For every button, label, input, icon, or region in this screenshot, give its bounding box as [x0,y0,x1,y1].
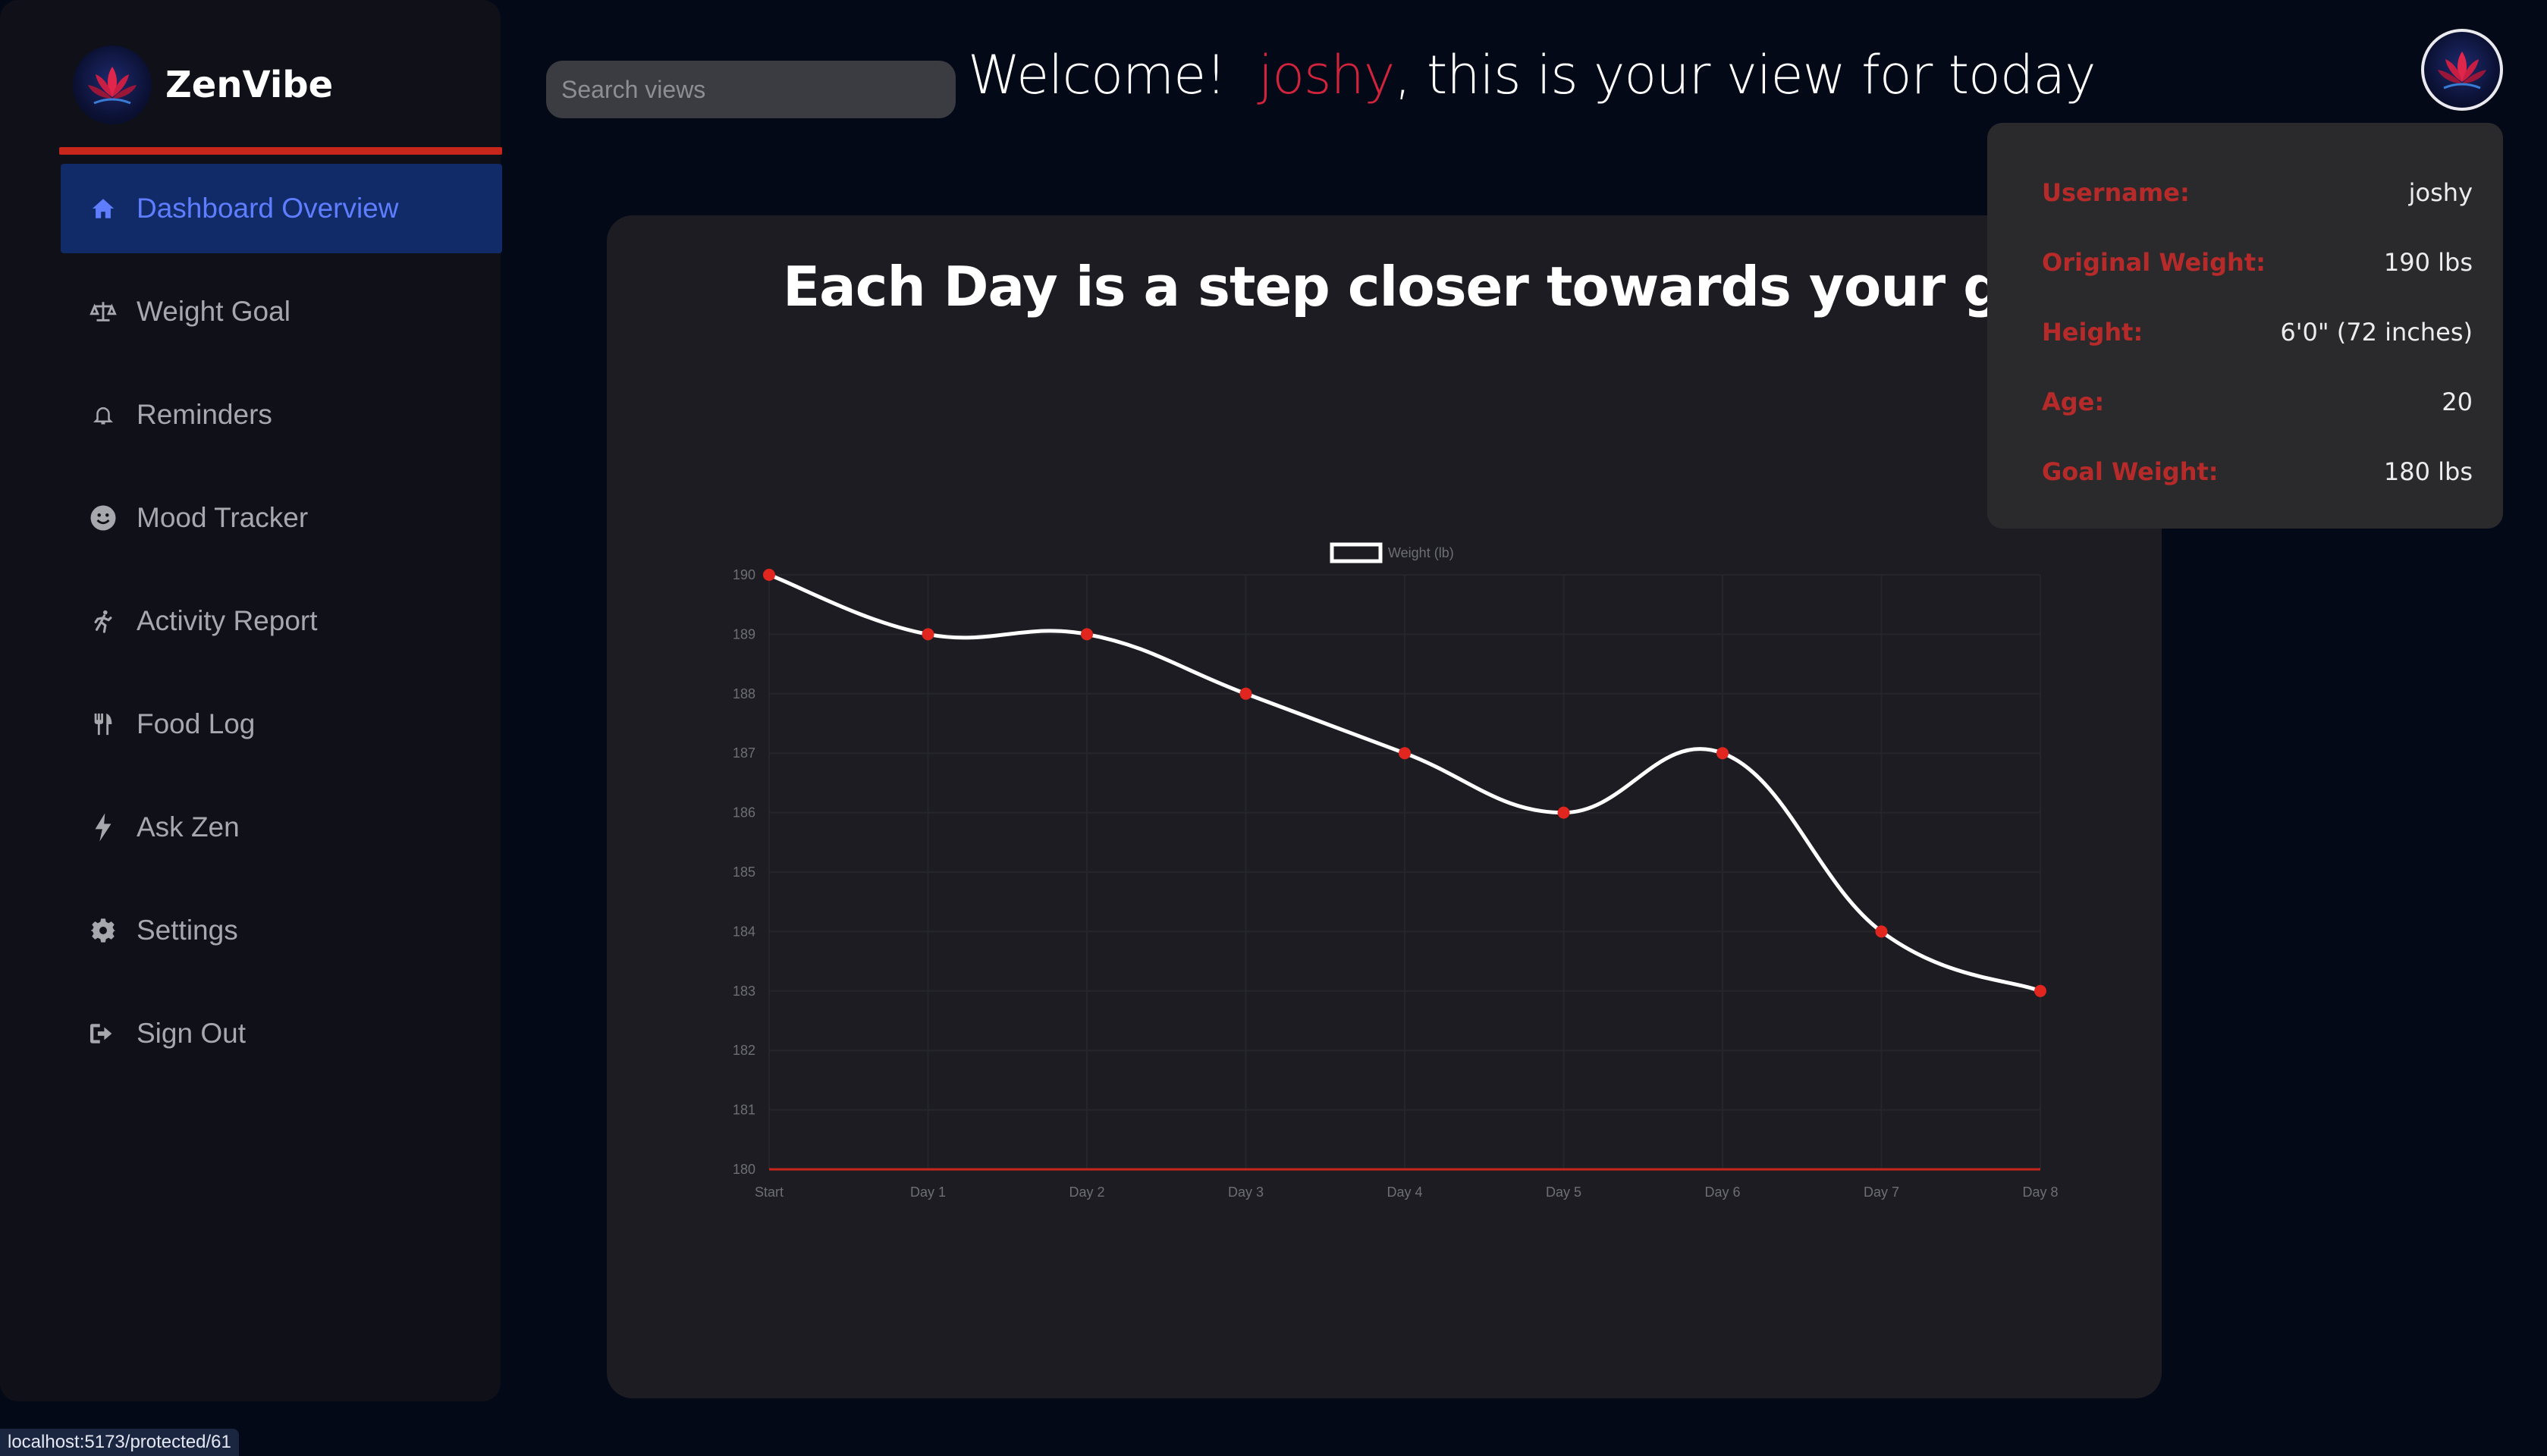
y-tick-label: 185 [733,864,755,880]
search-input[interactable] [546,61,956,118]
sidebar-item-label: Activity Report [137,605,318,636]
legend-swatch [1330,542,1383,563]
x-tick-label: Day 7 [1864,1185,1899,1200]
lotus-icon [73,46,152,124]
y-tick-label: 186 [733,805,755,821]
x-tick-label: Day 3 [1228,1185,1264,1200]
profile-value: 6'0" (72 inches) [2280,318,2473,347]
utensils-icon [83,710,123,739]
profile-label: Username: [2042,178,2190,207]
scale-icon [83,299,123,325]
sidebar: ZenVibe Dashboard Overview Weight Goal R… [0,0,502,1401]
sidebar-item-label: Dashboard Overview [137,193,399,224]
status-url: localhost:5173/protected/61 [0,1429,239,1456]
sidebar-item-dashboard-overview[interactable]: Dashboard Overview [61,164,502,253]
profile-dropdown: Username: joshy Original Weight: 190 lbs… [1987,123,2503,529]
lightning-icon [83,813,123,842]
smiley-icon [83,504,123,532]
weight-line-chart: 190 189 188 187 186 185 184 183 182 181 180Start Da… [733,542,2059,1200]
y-tick-label: 190 [733,567,755,582]
brand-divider [59,147,502,155]
profile-value: 180 lbs [2383,457,2473,486]
data-point [1081,628,1093,641]
y-tick-label: 182 [733,1043,755,1058]
sidebar-nav: Dashboard Overview Weight Goal Reminders… [61,164,502,1092]
profile-value: 190 lbs [2383,248,2473,277]
profile-label: Age: [2042,388,2105,416]
x-tick-label: Day 2 [1069,1185,1104,1200]
x-tick-label: Day 5 [1546,1185,1581,1200]
x-tick-label: Day 8 [2022,1185,2058,1200]
data-point [1557,806,1570,819]
sign-out-icon [83,1021,123,1046]
profile-row-goal-weight: Goal Weight: 180 lbs [2042,437,2473,507]
x-tick-label: Start [755,1185,784,1200]
profile-label: Goal Weight: [2042,457,2219,486]
sidebar-item-sign-out[interactable]: Sign Out [61,989,502,1078]
sidebar-item-reminders[interactable]: Reminders [61,370,502,460]
welcome-prefix: Welcome! [968,44,1226,106]
data-point [2034,984,2046,997]
profile-row-username: Username: joshy [2042,158,2473,228]
data-point [763,569,775,581]
running-icon [83,607,123,635]
sidebar-item-settings[interactable]: Settings [61,886,502,975]
lotus-icon [2438,52,2486,89]
data-point [1399,747,1411,760]
chart-card: Each Day is a step closer towards your g… [607,215,2162,1398]
x-tick-label: Day 6 [1704,1185,1740,1200]
y-tick-label: 184 [733,924,755,939]
sidebar-item-label: Sign Out [137,1018,246,1049]
welcome-username: joshy [1258,44,1396,106]
y-tick-label: 181 [733,1103,755,1118]
y-tick-label: 189 [733,626,755,642]
sidebar-item-label: Reminders [137,399,272,430]
profile-row-original-weight: Original Weight: 190 lbs [2042,228,2473,297]
x-tick-label: Day 1 [910,1185,946,1200]
bell-icon [83,403,123,427]
profile-row-height: Height: 6'0" (72 inches) [2042,297,2473,367]
sidebar-item-weight-goal[interactable]: Weight Goal [61,267,502,356]
sidebar-item-label: Ask Zen [137,811,240,843]
profile-row-age: Age: 20 [2042,367,2473,437]
data-point [1239,687,1252,700]
sidebar-item-activity-report[interactable]: Activity Report [61,576,502,666]
welcome-suffix: , this is your view for today [1394,44,2096,106]
profile-value: 20 [2442,388,2473,416]
profile-label: Height: [2042,318,2143,347]
x-tick-label: Day 4 [1387,1185,1422,1200]
sidebar-item-ask-zen[interactable]: Ask Zen [61,783,502,872]
y-tick-label: 187 [733,745,755,761]
sidebar-item-label: Weight Goal [137,296,291,327]
app-name: ZenVibe [165,64,334,106]
sidebar-item-mood-tracker[interactable]: Mood Tracker [61,473,502,563]
sidebar-item-food-log[interactable]: Food Log [61,679,502,769]
brand[interactable]: ZenVibe [73,46,333,124]
data-point [922,628,934,641]
y-tick-label: 183 [733,984,755,999]
y-tick-label: 180 [733,1162,755,1177]
welcome-message: Welcome! joshy, this is your view for to… [968,44,2096,106]
sidebar-item-label: Mood Tracker [137,502,309,533]
sidebar-item-label: Settings [137,915,238,946]
profile-label: Original Weight: [2042,248,2266,277]
profile-value: joshy [2408,178,2473,207]
y-tick-label: 188 [733,686,755,701]
data-point [1875,925,1888,938]
legend-label: Weight (lb) [1388,545,1454,560]
home-icon [83,196,123,221]
avatar[interactable] [2421,29,2503,111]
sidebar-item-label: Food Log [137,708,256,739]
gear-icon [83,918,123,943]
data-point [1716,747,1729,760]
